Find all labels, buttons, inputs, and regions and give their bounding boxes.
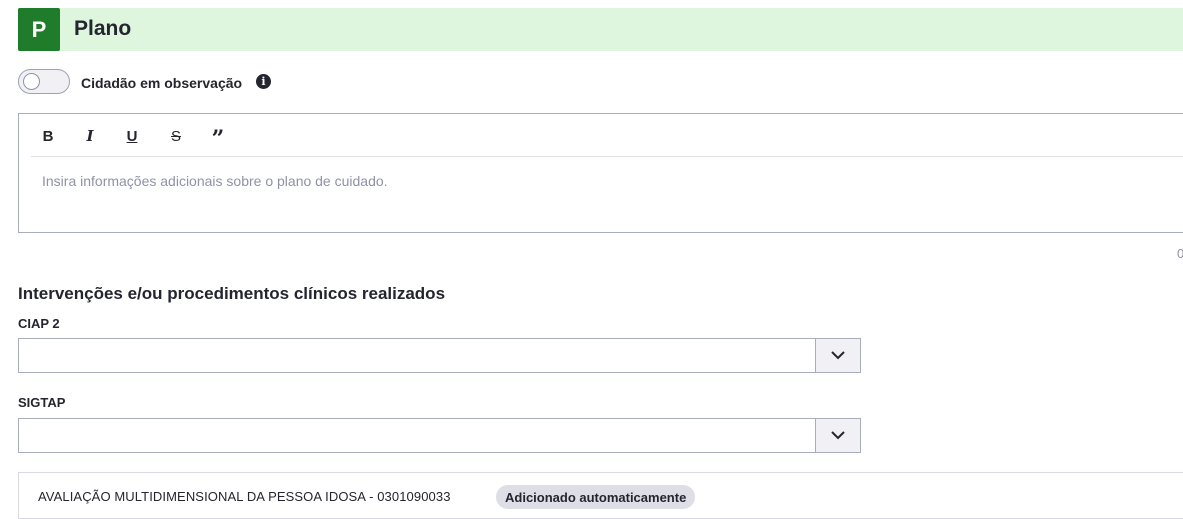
ciap-dropdown-button[interactable] (815, 339, 860, 372)
strikethrough-button[interactable]: S (165, 126, 187, 146)
editor-placeholder[interactable]: Insira informações adicionais sobre o pl… (42, 173, 388, 189)
underline-button[interactable]: U (121, 126, 143, 146)
observation-toggle[interactable] (18, 69, 70, 94)
observation-label: Cidadão em observação (81, 75, 243, 91)
sigtap-select[interactable] (18, 418, 861, 453)
rich-text-editor[interactable]: B I U S ” Insira informações adicionais … (18, 113, 1183, 233)
info-icon[interactable]: i (256, 74, 271, 89)
sigtap-label: SIGTAP (18, 395, 66, 410)
quote-button[interactable]: ” (207, 126, 229, 152)
auto-added-badge: Adicionado automaticamente (496, 485, 696, 509)
section-badge: P (18, 8, 60, 51)
chevron-down-icon (831, 351, 845, 360)
interventions-title: Intervenções e/ou procedimentos clínicos… (18, 284, 446, 303)
toggle-knob (23, 73, 40, 90)
section-header (18, 8, 1183, 51)
chevron-down-icon (831, 431, 845, 440)
section-title: Plano (74, 17, 132, 40)
ciap-label: CIAP 2 (18, 316, 60, 331)
editor-toolbar: B I U S ” (31, 114, 1183, 157)
procedure-row: AVALIAÇÃO MULTIDIMENSIONAL DA PESSOA IDO… (18, 472, 1183, 519)
ciap-select[interactable] (18, 338, 861, 373)
char-count: 0 (1177, 246, 1183, 261)
italic-button[interactable]: I (79, 126, 101, 146)
sigtap-dropdown-button[interactable] (815, 419, 860, 452)
bold-button[interactable]: B (37, 126, 59, 146)
procedure-text: AVALIAÇÃO MULTIDIMENSIONAL DA PESSOA IDO… (38, 489, 451, 504)
